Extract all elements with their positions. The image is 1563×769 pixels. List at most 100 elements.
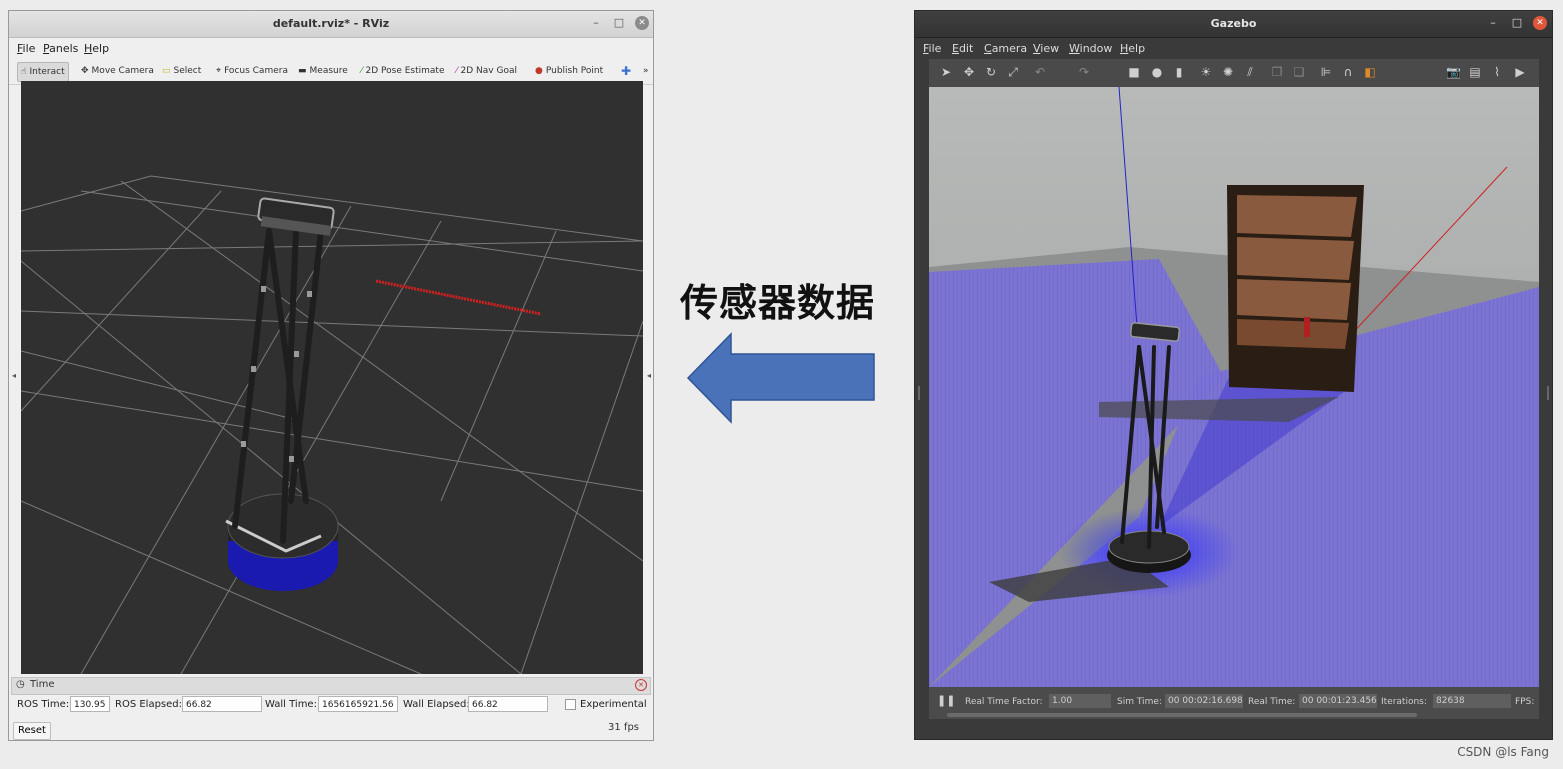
change-view-icon[interactable]: ◧ (1363, 65, 1377, 79)
menu-help[interactable]: Help (84, 42, 109, 55)
add-tool-icon[interactable]: ✚ (621, 62, 631, 80)
spot-light-icon[interactable]: ✺ (1221, 65, 1235, 79)
rtf-field: 1.00 (1049, 694, 1111, 708)
move-camera-icon: ✥ (81, 66, 89, 76)
nav-goal-icon: ⁄ (456, 66, 458, 76)
arrow-left-icon (686, 332, 875, 424)
menu-edit[interactable]: Edit (952, 42, 973, 55)
menu-view[interactable]: View (1033, 42, 1059, 55)
log-icon[interactable]: ▤ (1468, 65, 1482, 79)
pause-icon[interactable]: ❚❚ (937, 694, 955, 707)
time-panel-fields: ROS Time: 130.95 ROS Elapsed: 66.82 Wall… (15, 696, 647, 716)
experimental-label: Experimental (580, 699, 647, 710)
video-record-icon[interactable]: ▶ (1513, 65, 1527, 79)
cylinder-shape-icon[interactable]: ▮ (1172, 65, 1186, 79)
interact-icon: ☝ (21, 67, 27, 77)
menu-file[interactable]: File (923, 42, 941, 55)
rviz-window-title: default.rviz* - RViz (272, 17, 390, 30)
minimize-icon[interactable]: – (1486, 16, 1500, 30)
ros-elapsed-field[interactable]: 66.82 (182, 696, 262, 712)
watermark: CSDN @ls Fang (1457, 745, 1549, 759)
tool-label: Publish Point (545, 66, 604, 76)
translate-mode-icon[interactable]: ✥ (962, 65, 976, 79)
minimize-icon[interactable]: – (589, 16, 603, 30)
close-icon[interactable]: ✕ (1533, 16, 1547, 30)
toolbar-overflow-icon[interactable]: » (643, 62, 649, 80)
rtf-label: Real Time Factor: (965, 697, 1043, 707)
snap-icon[interactable]: ∩ (1341, 65, 1355, 79)
wall-time-label: Wall Time: (265, 699, 317, 710)
tool-label: Interact (29, 67, 65, 77)
wall-elapsed-label: Wall Elapsed: (403, 699, 470, 710)
right-splitter-handle[interactable] (1547, 386, 1549, 400)
sensor-data-label: 传感器数据 (680, 281, 876, 325)
box-shape-icon[interactable]: ■ (1127, 65, 1141, 79)
point-light-icon[interactable]: ☀ (1199, 65, 1213, 79)
tool-measure[interactable]: ▬ Measure (298, 62, 348, 80)
paste-icon[interactable]: ❏ (1292, 65, 1306, 79)
ros-time-label: ROS Time: (17, 699, 70, 710)
tool-focus-camera[interactable]: ⌖ Focus Camera (216, 62, 288, 80)
rviz-window: default.rviz* - RViz – □ ✕ File Panels H… (8, 10, 654, 741)
horizontal-scrollbar[interactable] (947, 713, 1417, 717)
rviz-3d-viewport[interactable] (20, 81, 644, 675)
gazebo-window-title: Gazebo (1210, 17, 1257, 30)
laser-scan-points (375, 279, 542, 316)
experimental-checkbox[interactable] (565, 699, 576, 710)
rotate-mode-icon[interactable]: ↻ (984, 65, 998, 79)
maximize-icon[interactable]: □ (612, 16, 626, 30)
menu-camera[interactable]: Camera (984, 42, 1027, 55)
time-panel-title: Time (30, 679, 55, 690)
gazebo-titlebar: Gazebo – □ ✕ (915, 11, 1552, 38)
tool-select[interactable]: ▭ Select (162, 62, 201, 80)
grid (20, 175, 644, 675)
tool-label: Move Camera (91, 66, 154, 76)
gazebo-3d-viewport[interactable] (929, 86, 1539, 687)
tool-label: Select (173, 66, 202, 76)
rviz-titlebar: default.rviz* - RViz – □ ✕ (9, 11, 653, 38)
left-collapse-icon[interactable]: ◂ (12, 371, 16, 380)
tool-label: Focus Camera (224, 66, 288, 76)
fps-readout: 31 fps (608, 722, 639, 733)
tool-interact[interactable]: ☝ Interact (17, 62, 69, 82)
tool-publish-point[interactable]: ● Publish Point (535, 62, 603, 80)
ros-time-field[interactable]: 130.95 (70, 696, 110, 712)
sim-time-field: 00 00:02:16.698 (1165, 694, 1243, 708)
select-mode-icon[interactable]: ➤ (939, 65, 953, 79)
redo-icon[interactable]: ↷ (1077, 65, 1091, 79)
plot-icon[interactable]: ⌇ (1490, 65, 1504, 79)
ros-elapsed-label: ROS Elapsed: (115, 699, 182, 710)
wall-elapsed-field[interactable]: 66.82 (468, 696, 548, 712)
tool-move-camera[interactable]: ✥ Move Camera (81, 62, 154, 80)
tool-label: Measure (309, 66, 348, 76)
screenshot-icon[interactable]: 📷 (1446, 65, 1461, 79)
iterations-field: 82638 (1433, 694, 1511, 708)
copy-icon[interactable]: ❐ (1270, 65, 1284, 79)
publish-point-icon: ● (535, 66, 543, 76)
gazebo-toolbar: ➤ ✥ ↻ ⤢ ↶ ↷ ■ ● ▮ ☀ ✺ ⫽ ❐ ❏ ⊫ ∩ ◧ 📷 ▤ ⌇ … (929, 59, 1539, 87)
scale-mode-icon[interactable]: ⤢ (1006, 65, 1020, 79)
menu-panels[interactable]: Panels (43, 42, 78, 55)
menu-file[interactable]: File (17, 42, 35, 55)
reset-button[interactable]: Reset (13, 722, 51, 740)
menu-help[interactable]: Help (1120, 42, 1145, 55)
gazebo-window: Gazebo – □ ✕ File Edit Camera View Windo… (914, 10, 1553, 740)
right-collapse-icon[interactable]: ◂ (647, 371, 651, 380)
focus-camera-icon: ⌖ (216, 66, 222, 76)
close-panel-icon[interactable]: ✕ (635, 679, 647, 691)
undo-icon[interactable]: ↶ (1033, 65, 1047, 79)
menu-window[interactable]: Window (1069, 42, 1112, 55)
close-icon[interactable]: ✕ (635, 16, 649, 30)
sphere-shape-icon[interactable]: ● (1150, 65, 1164, 79)
maximize-icon[interactable]: □ (1510, 16, 1524, 30)
clock-icon: ◷ (16, 679, 25, 690)
tool-2d-nav-goal[interactable]: ⁄ 2D Nav Goal (456, 62, 517, 80)
wall-time-field[interactable]: 1656165921.56 (318, 696, 398, 712)
gazebo-scene (929, 86, 1539, 687)
measure-icon: ▬ (298, 66, 307, 76)
align-icon[interactable]: ⊫ (1319, 65, 1333, 79)
tool-2d-pose-estimate[interactable]: ⁄ 2D Pose Estimate (361, 62, 445, 80)
gazebo-statusbar: ❚❚ Real Time Factor: 1.00 Sim Time: 00 0… (929, 687, 1539, 719)
left-splitter-handle[interactable] (918, 386, 920, 400)
directional-light-icon[interactable]: ⫽ (1243, 65, 1257, 79)
